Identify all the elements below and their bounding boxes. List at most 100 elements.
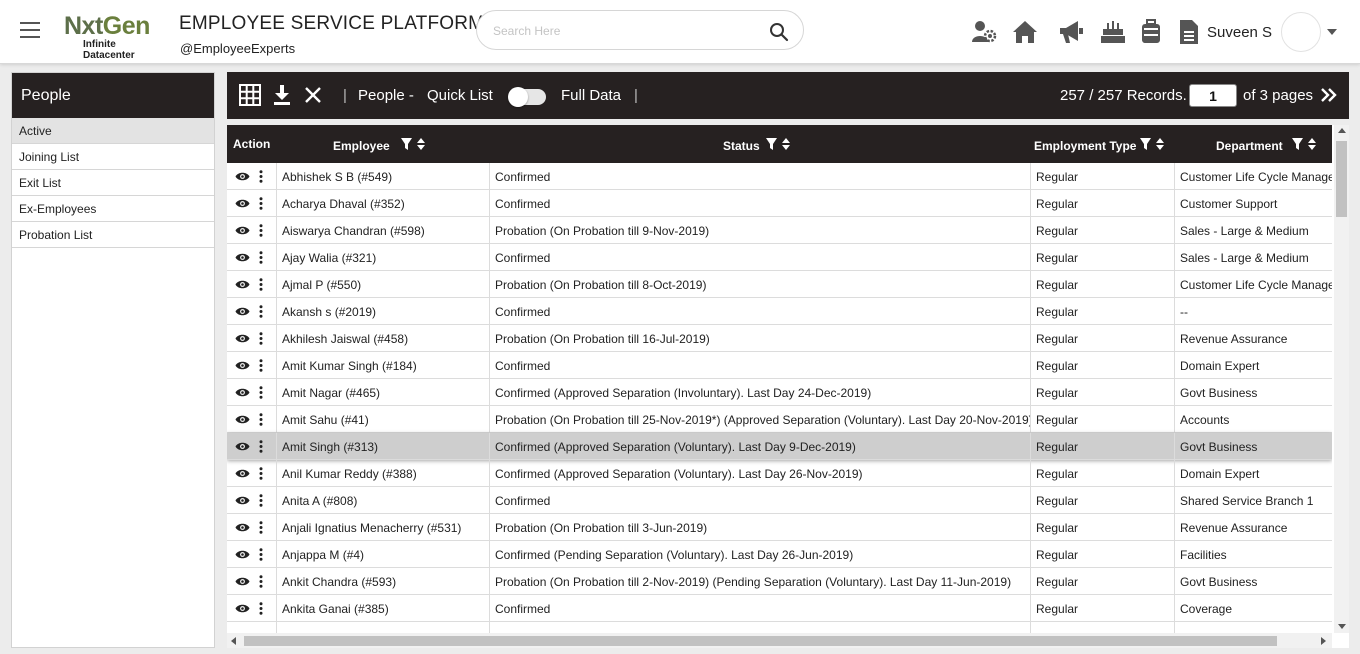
table-row[interactable]: Akansh s (#2019) Confirmed Regular -- [227,298,1332,325]
more-options-icon[interactable] [259,359,263,372]
main-panel: | People - Quick List Full Data | 257 / … [227,72,1349,648]
table-row[interactable]: Abhishek S B (#549) Confirmed Regular Custo… [227,163,1332,190]
scroll-thumb[interactable] [244,636,1277,646]
table-row[interactable]: Anjappa M (#4) Confirmed (Pending Separat… [227,541,1332,568]
chevron-down-icon[interactable] [1327,29,1337,35]
document-icon[interactable] [1175,18,1203,46]
download-icon[interactable] [271,84,293,106]
vertical-scrollbar[interactable] [1334,125,1349,633]
employment-type-cell: Regular [1030,433,1174,460]
home-icon[interactable] [1011,18,1039,46]
full-data-label[interactable]: Full Data [561,87,621,104]
more-options-icon[interactable] [259,251,263,264]
more-options-icon[interactable] [259,305,263,318]
table-row[interactable]: Amit Sahu (#41) Probation (On Probation t… [227,406,1332,433]
more-options-icon[interactable] [259,548,263,561]
more-options-icon[interactable] [259,197,263,210]
sidebar-item-probation-list[interactable]: Probation List [12,222,214,248]
view-eye-icon[interactable] [235,252,250,263]
view-eye-icon[interactable] [235,441,250,452]
row-actions [227,622,276,633]
table-row[interactable]: Acharya Dhaval (#352) Confirmed Regular Cus… [227,190,1332,217]
table-row[interactable]: Ankit Chandra (#593) Probation (On Probat… [227,568,1332,595]
view-eye-icon[interactable] [235,225,250,236]
table-row[interactable]: Ajay Walia (#321) Confirmed Regular Sales -… [227,244,1332,271]
view-eye-icon[interactable] [235,279,250,290]
company-logo[interactable]: NxtGen Infinite Datacenter [64,12,168,61]
more-options-icon[interactable] [259,440,263,453]
grid-icon[interactable] [239,84,261,106]
more-options-icon[interactable] [259,521,263,534]
user-name[interactable]: Suveen S [1207,24,1272,41]
filter-sort-icon[interactable] [1292,137,1318,151]
table-row[interactable]: Anita A (#808) Confirmed Regular Shared Ser… [227,487,1332,514]
full-data-toggle[interactable] [508,87,546,107]
table-row[interactable]: Aiswarya Chandran (#598) Probation (On Pr… [227,217,1332,244]
more-options-icon[interactable] [259,332,263,345]
more-options-icon[interactable] [259,278,263,291]
table-row[interactable]: Amit Nagar (#465) Confirmed (Approved Sep… [227,379,1332,406]
header-department[interactable]: Department [1174,125,1332,163]
more-options-icon[interactable] [259,467,263,480]
page-number-input[interactable] [1189,84,1237,107]
scroll-up-arrow[interactable] [1338,128,1346,133]
sidebar-item-exit-list[interactable]: Exit List [12,170,214,196]
table-row[interactable]: Anjali Ignatius Menacherry (#531) Probati… [227,514,1332,541]
view-eye-icon[interactable] [235,603,250,614]
view-eye-icon[interactable] [235,171,250,182]
sidebar-item-joining-list[interactable]: Joining List [12,144,214,170]
table-row[interactable]: Ajmal P (#550) Probation (On Probation ti… [227,271,1332,298]
birthday-cake-icon[interactable] [1099,18,1127,46]
more-options-icon[interactable] [259,413,263,426]
horizontal-scrollbar[interactable] [227,633,1332,648]
more-options-icon[interactable] [259,170,263,183]
view-eye-icon[interactable] [235,387,250,398]
table-row[interactable]: Amit Kumar Singh (#184) Confirmed Regular D… [227,352,1332,379]
filter-sort-icon[interactable] [401,137,427,151]
close-icon[interactable] [302,84,324,106]
sidebar-item-active[interactable]: Active [12,118,214,144]
header-status[interactable]: Status [489,125,1030,163]
table-row[interactable]: Anil Kumar Reddy (#388) Confirmed (Approv… [227,460,1332,487]
view-eye-icon[interactable] [235,360,250,371]
table-row[interactable]: Amit Singh (#313) Confirmed (Approved Sep… [227,433,1332,460]
view-eye-icon[interactable] [235,468,250,479]
view-eye-icon[interactable] [235,306,250,317]
view-eye-icon[interactable] [235,576,250,587]
more-options-icon[interactable] [259,575,263,588]
sidebar-item-ex-employees[interactable]: Ex-Employees [12,196,214,222]
filter-sort-icon[interactable] [1140,137,1166,151]
more-options-icon[interactable] [259,494,263,507]
search-box[interactable] [476,10,804,50]
team-settings-icon[interactable] [970,18,998,46]
menu-icon[interactable] [20,22,40,38]
quick-list-label[interactable]: Quick List [427,87,493,104]
scroll-left-arrow[interactable] [231,637,236,645]
header-employment-type[interactable]: Employment Type [1030,125,1174,163]
announcement-icon[interactable] [1057,18,1085,46]
more-options-icon[interactable] [259,386,263,399]
status-cell: Confirmed [489,595,1030,622]
view-eye-icon[interactable] [235,495,250,506]
view-eye-icon[interactable] [235,549,250,560]
table-row[interactable]: Akhilesh Jaiswal (#458) Probation (On Pro… [227,325,1332,352]
filter-sort-icon[interactable] [766,137,792,151]
search-icon[interactable] [769,22,789,42]
header-employee[interactable]: Employee [276,125,489,163]
user-avatar[interactable] [1281,12,1321,52]
view-eye-icon[interactable] [235,414,250,425]
double-chevron-right-icon[interactable] [1319,85,1339,105]
view-eye-icon[interactable] [235,198,250,209]
scroll-thumb[interactable] [1336,141,1347,217]
more-options-icon[interactable] [259,224,263,237]
search-input[interactable] [493,21,753,41]
table-row[interactable] [227,622,1332,633]
more-options-icon[interactable] [259,602,263,615]
scroll-down-arrow[interactable] [1338,624,1346,629]
view-eye-icon[interactable] [235,522,250,533]
luggage-icon[interactable] [1137,18,1165,46]
employment-type-cell: Regular [1030,190,1174,217]
scroll-right-arrow[interactable] [1321,637,1326,645]
view-eye-icon[interactable] [235,333,250,344]
table-row[interactable]: Ankita Ganai (#385) Confirmed Regular Cover… [227,595,1332,622]
